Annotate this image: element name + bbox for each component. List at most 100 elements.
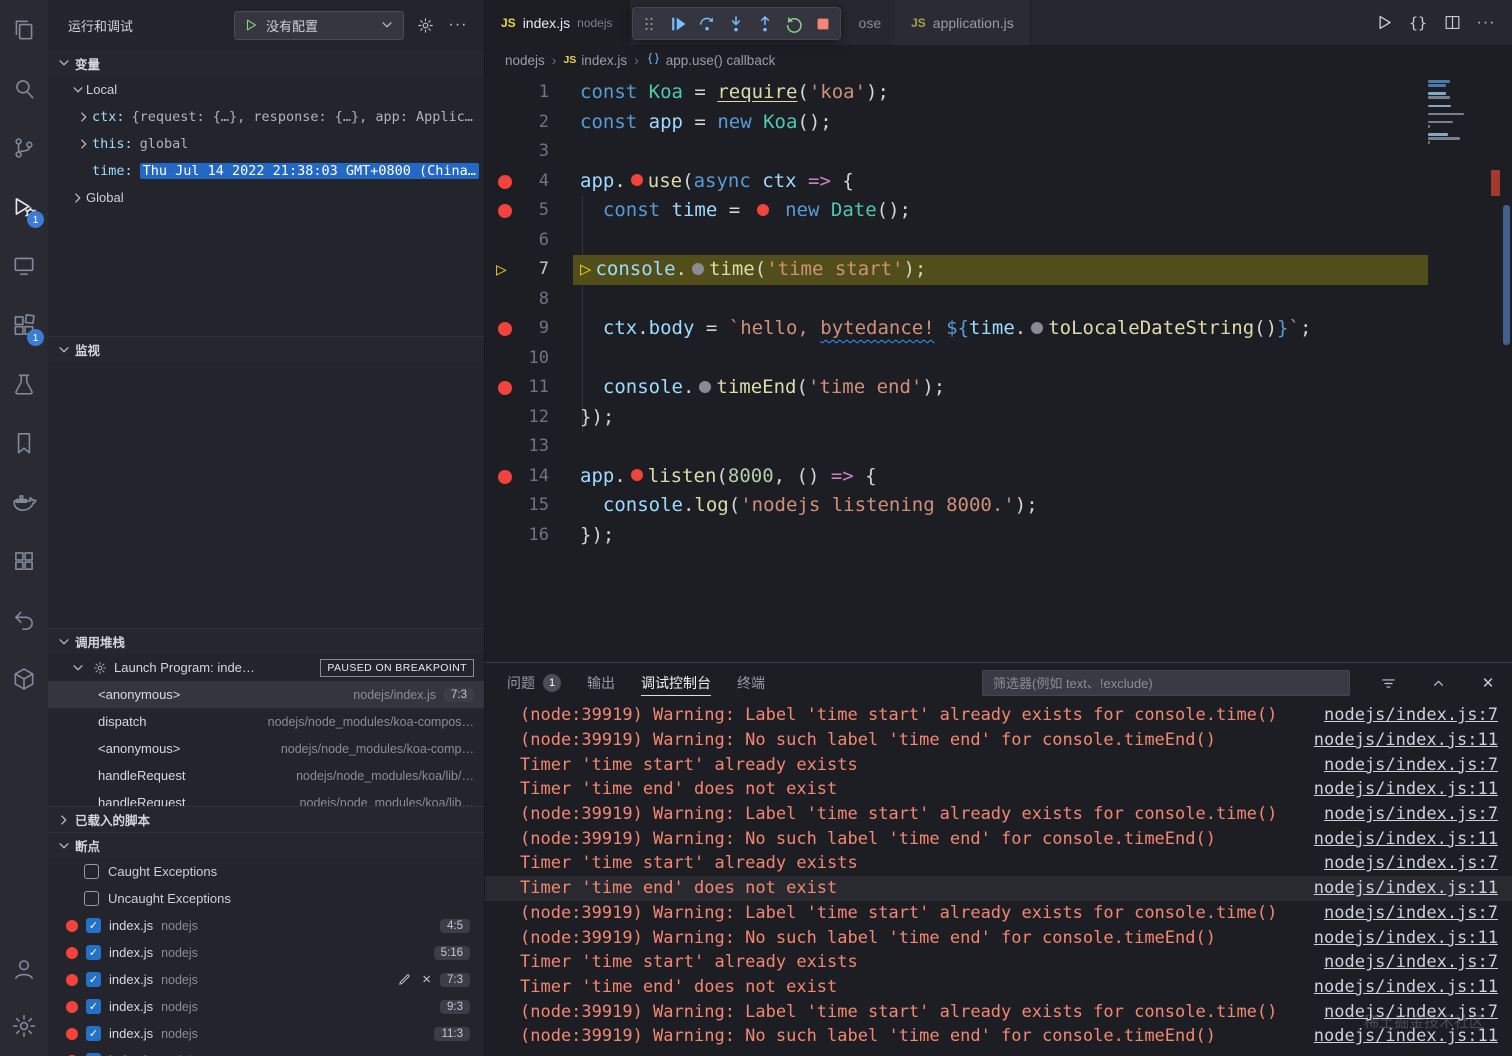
breadcrumb-folder[interactable]: nodejs	[505, 53, 545, 68]
chevron-right-icon[interactable]	[76, 109, 92, 125]
stack-frame[interactable]: <anonymous>nodejs/index.js7:3	[48, 681, 484, 708]
code-line[interactable]: 16});	[485, 521, 1512, 551]
start-debug-icon[interactable]	[243, 17, 259, 33]
activity-item-search[interactable]	[0, 59, 48, 118]
chevron-down-icon[interactable]	[56, 342, 72, 358]
inline-breakpoint-dot[interactable]	[1031, 322, 1043, 334]
source-link[interactable]: nodejs/index.js:11	[1314, 928, 1512, 948]
continue-button[interactable]	[664, 9, 693, 38]
code-line[interactable]: 8	[485, 285, 1512, 315]
more-actions-icon[interactable]: ···	[1472, 9, 1500, 37]
stack-frame[interactable]: handleRequestnodejs/node_modules/koa/lib…	[48, 789, 484, 806]
source-link[interactable]: nodejs/index.js:7	[1324, 705, 1512, 725]
source-link[interactable]: nodejs/index.js:11	[1314, 730, 1512, 750]
code-line[interactable]: 9 ctx.body = `hello, bytedance! ${time.t…	[485, 314, 1512, 344]
breakpoint-row[interactable]: ✓index.jsnodejs×7:3	[48, 966, 484, 993]
breadcrumb-symbol[interactable]: app.use() callback	[646, 51, 776, 69]
activity-item-docker[interactable]	[0, 472, 48, 531]
breakpoint-checkbox[interactable]: ✓	[86, 999, 101, 1014]
section-header-call-stack[interactable]: 调用堆栈	[48, 628, 484, 654]
inline-breakpoint-dot[interactable]	[699, 381, 711, 393]
activity-item-extensions[interactable]: 1	[0, 295, 48, 354]
caught-exceptions-row[interactable]: Caught Exceptions	[48, 858, 484, 885]
code-line[interactable]: 13	[485, 432, 1512, 462]
breakpoint-row[interactable]: ✓index.jsnodejs5:16	[48, 939, 484, 966]
chevron-down-icon[interactable]	[56, 634, 72, 650]
code-line[interactable]: 3	[485, 137, 1512, 167]
source-link[interactable]: nodejs/index.js:7	[1324, 1002, 1512, 1022]
uncaught-exceptions-checkbox[interactable]	[84, 891, 99, 906]
activity-item-settings[interactable]	[0, 997, 48, 1054]
code-line[interactable]: 15 console.log('nodejs listening 8000.')…	[485, 491, 1512, 521]
section-header-breakpoints[interactable]: 断点	[48, 832, 484, 858]
activity-item-explorer[interactable]	[0, 0, 48, 59]
code-line[interactable]: 7▷▷console.time('time start');	[485, 255, 1512, 285]
minimap[interactable]	[1428, 80, 1468, 146]
tab-partial-hidden[interactable]: ose	[845, 0, 896, 45]
activity-item-apps-grid[interactable]	[0, 531, 48, 590]
source-link[interactable]: nodejs/index.js:7	[1324, 755, 1512, 775]
step-out-button[interactable]	[751, 9, 780, 38]
code-line[interactable]: 12});	[485, 403, 1512, 433]
caught-exceptions-checkbox[interactable]	[84, 864, 99, 879]
activity-item-package[interactable]	[0, 649, 48, 708]
console-filter-input[interactable]	[982, 670, 1350, 696]
variable-row-ctx[interactable]: ctx: {request: {…}, response: {…}, app: …	[48, 103, 484, 130]
breakpoint-dot[interactable]	[498, 204, 512, 218]
panel-tab-problems[interactable]: 问题 1	[507, 663, 561, 703]
tab-application-js[interactable]: JS application.js	[895, 0, 1031, 45]
restart-button[interactable]	[780, 9, 809, 38]
activity-item-back[interactable]	[0, 590, 48, 649]
source-link[interactable]: nodejs/index.js:11	[1314, 779, 1512, 799]
toolbar-drag-handle[interactable]	[635, 9, 664, 38]
source-link[interactable]: nodejs/index.js:7	[1324, 952, 1512, 972]
scope-local[interactable]: Local	[48, 76, 484, 103]
activity-item-remote-explorer[interactable]	[0, 236, 48, 295]
inline-breakpoint-dot[interactable]	[631, 469, 643, 481]
code-line[interactable]: 11 console.timeEnd('time end');	[485, 373, 1512, 403]
split-editor-icon[interactable]	[1438, 9, 1466, 37]
panel-tab-output[interactable]: 输出	[587, 663, 615, 703]
breakpoint-row[interactable]: ✓index.jsnodejs4:5	[48, 912, 484, 939]
activity-item-run-debug[interactable]: 1	[0, 177, 48, 236]
chevron-right-icon[interactable]	[70, 190, 86, 206]
source-link[interactable]: nodejs/index.js:11	[1314, 1026, 1512, 1046]
activity-item-bookmarks[interactable]	[0, 413, 48, 472]
edit-breakpoint-icon[interactable]	[395, 971, 413, 989]
inline-breakpoint-dot[interactable]	[631, 174, 643, 186]
breakpoint-checkbox[interactable]: ✓	[86, 918, 101, 933]
source-link[interactable]: nodejs/index.js:11	[1314, 878, 1512, 898]
editor-scrollbar-thumb[interactable]	[1503, 205, 1510, 345]
chevron-down-icon[interactable]	[379, 17, 395, 33]
debug-settings-gear-icon[interactable]	[413, 13, 437, 37]
breakpoint-dot[interactable]	[498, 322, 512, 336]
breakpoint-dot[interactable]	[498, 470, 512, 484]
run-file-icon[interactable]	[1370, 9, 1398, 37]
activity-item-source-control[interactable]	[0, 118, 48, 177]
tab-index-js[interactable]: JS index.js nodejs	[485, 0, 630, 45]
source-link[interactable]: nodejs/index.js:11	[1314, 829, 1512, 849]
code-line[interactable]: 1const Koa = require('koa');	[485, 78, 1512, 108]
code-line[interactable]: 14app.listen(8000, () => {	[485, 462, 1512, 492]
breakpoint-row[interactable]: ✓index.jsnodejs	[48, 1047, 484, 1056]
breakpoint-dot[interactable]	[66, 947, 78, 959]
more-actions-icon[interactable]: ···	[446, 13, 470, 37]
variable-row-this[interactable]: this: global	[48, 130, 484, 157]
chevron-right-icon[interactable]	[76, 136, 92, 152]
chevron-down-icon[interactable]	[70, 660, 86, 676]
scope-global[interactable]: Global	[48, 184, 484, 211]
chevron-down-icon[interactable]	[56, 838, 72, 854]
chevron-right-icon[interactable]	[56, 812, 72, 828]
chevron-down-icon[interactable]	[70, 82, 86, 98]
breakpoint-dot[interactable]	[66, 920, 78, 932]
breakpoint-dot[interactable]	[66, 1001, 78, 1013]
breakpoint-dot[interactable]	[498, 175, 512, 189]
breakpoint-dot[interactable]	[498, 381, 512, 395]
source-link[interactable]: nodejs/index.js:7	[1324, 804, 1512, 824]
code-line[interactable]: 4app.use(async ctx => {	[485, 167, 1512, 197]
code-line[interactable]: 10	[485, 344, 1512, 374]
activity-item-account[interactable]	[0, 940, 48, 997]
step-over-button[interactable]	[693, 9, 722, 38]
inline-breakpoint-dot[interactable]	[692, 263, 704, 275]
panel-tab-debug-console[interactable]: 调试控制台	[641, 663, 711, 703]
